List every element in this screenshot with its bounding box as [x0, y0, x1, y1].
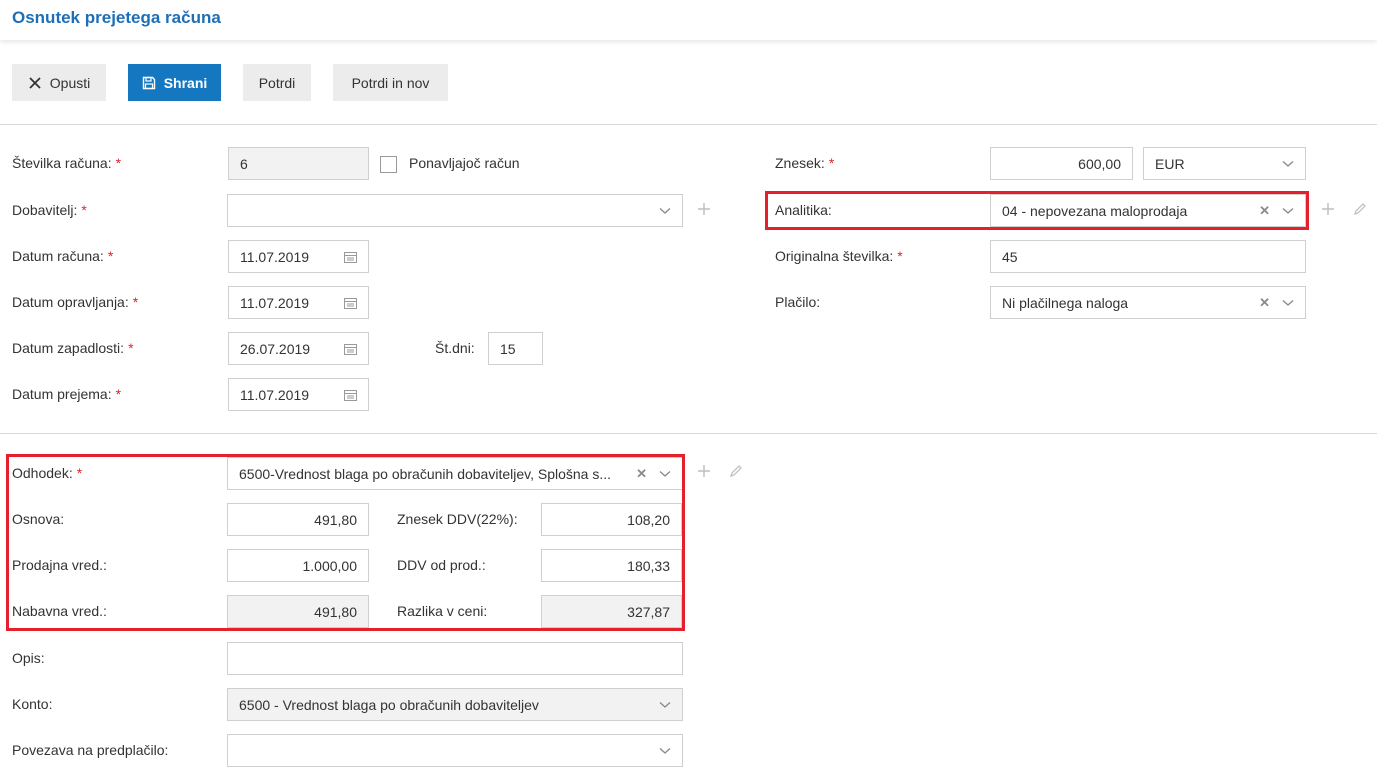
clear-icon[interactable]: ✕ [636, 466, 647, 482]
expense-select[interactable]: 6500-Vrednost blaga po obračunih dobavit… [227, 457, 683, 490]
invoice-date-field[interactable]: 11.07.2019 [228, 240, 369, 273]
chevron-down-icon [659, 207, 671, 215]
price-difference-field: 327,87 [541, 595, 682, 628]
add-analytics-plus-icon[interactable] [1321, 202, 1335, 216]
divider [0, 433, 1377, 434]
vat-from-sales-label: DDV od prod.: [397, 557, 486, 573]
original-number-label: Originalna številka: * [775, 248, 903, 264]
service-date-label: Datum opravljanja: * [12, 294, 139, 310]
close-icon [28, 76, 42, 90]
calendar-icon[interactable] [344, 343, 357, 355]
save-button[interactable]: Shrani [128, 64, 221, 101]
receipt-date-label: Datum prejema: * [12, 386, 122, 402]
chevron-down-icon [659, 470, 671, 478]
expense-label: Odhodek: * [12, 465, 83, 481]
description-field[interactable] [227, 642, 683, 675]
receipt-date-field[interactable]: 11.07.2019 [228, 378, 369, 411]
chevron-down-icon [659, 701, 671, 709]
vat-amount-field[interactable]: 108,20 [541, 503, 682, 536]
calendar-icon[interactable] [344, 251, 357, 263]
chevron-down-icon [1282, 299, 1294, 307]
add-expense-plus-icon[interactable] [697, 464, 711, 478]
analytics-select[interactable]: 04 - nepovezana maloprodaja ✕ [990, 194, 1306, 227]
prepayment-link-label: Povezava na predplačilo: [12, 742, 169, 758]
edit-analytics-pencil-icon[interactable] [1353, 202, 1367, 216]
chevron-down-icon [1282, 160, 1294, 168]
service-date-field[interactable]: 11.07.2019 [228, 286, 369, 319]
confirm-and-new-button-label: Potrdi in nov [351, 74, 430, 91]
analytics-label: Analitika: [775, 202, 832, 218]
vat-amount-label: Znesek DDV(22%): [397, 511, 518, 527]
add-supplier-plus-icon[interactable] [697, 202, 711, 216]
due-date-field[interactable]: 26.07.2019 [228, 332, 369, 365]
invoice-number-field[interactable]: 6 [228, 147, 369, 180]
payment-select[interactable]: Ni plačilnega naloga ✕ [990, 286, 1306, 319]
save-button-label: Shrani [163, 74, 208, 91]
account-select[interactable]: 6500 - Vrednost blaga po obračunih dobav… [227, 688, 683, 721]
page-title: Osnutek prejetega računa [12, 8, 221, 27]
invoice-date-label: Datum računa: * [12, 248, 114, 264]
calendar-icon[interactable] [344, 389, 357, 401]
chevron-down-icon [1282, 207, 1294, 215]
payment-label: Plačilo: [775, 294, 821, 310]
save-icon [142, 76, 156, 90]
cancel-button-label: Opusti [49, 74, 91, 91]
recurring-label: Ponavljajoč račun [409, 155, 520, 171]
supplier-select[interactable] [227, 194, 683, 227]
base-label: Osnova: [12, 511, 65, 527]
recurring-checkbox[interactable] [380, 156, 397, 173]
original-number-field[interactable]: 45 [990, 240, 1306, 273]
confirm-and-new-button[interactable]: Potrdi in nov [333, 64, 448, 101]
purchase-value-field: 491,80 [227, 595, 369, 628]
chevron-down-icon [659, 747, 671, 755]
supplier-label: Dobavitelj: * [12, 202, 87, 218]
confirm-button[interactable]: Potrdi [243, 64, 311, 101]
description-label: Opis: [12, 650, 45, 666]
base-field[interactable]: 491,80 [227, 503, 369, 536]
price-difference-label: Razlika v ceni: [397, 603, 488, 619]
sales-value-label: Prodajna vred.: [12, 557, 107, 573]
prepayment-link-select[interactable] [227, 734, 683, 767]
vat-from-sales-field[interactable]: 180,33 [541, 549, 682, 582]
purchase-value-label: Nabavna vred.: [12, 603, 107, 619]
amount-field[interactable]: 600,00 [990, 147, 1133, 180]
divider [0, 124, 1377, 125]
sales-value-field[interactable]: 1.000,00 [227, 549, 369, 582]
page-header: Osnutek prejetega računa [0, 0, 1377, 40]
invoice-number-label: Številka računa: * [12, 155, 122, 171]
edit-expense-pencil-icon[interactable] [729, 464, 743, 478]
clear-icon[interactable]: ✕ [1259, 203, 1270, 219]
confirm-button-label: Potrdi [258, 74, 296, 91]
account-label: Konto: [12, 696, 53, 712]
days-field[interactable]: 15 [488, 332, 543, 365]
clear-icon[interactable]: ✕ [1259, 295, 1270, 311]
cancel-button[interactable]: Opusti [12, 64, 106, 101]
calendar-icon[interactable] [344, 297, 357, 309]
due-date-label: Datum zapadlosti: * [12, 340, 134, 356]
currency-select[interactable]: EUR [1143, 147, 1306, 180]
amount-label: Znesek: * [775, 155, 835, 171]
days-label: Št.dni: [435, 340, 475, 356]
